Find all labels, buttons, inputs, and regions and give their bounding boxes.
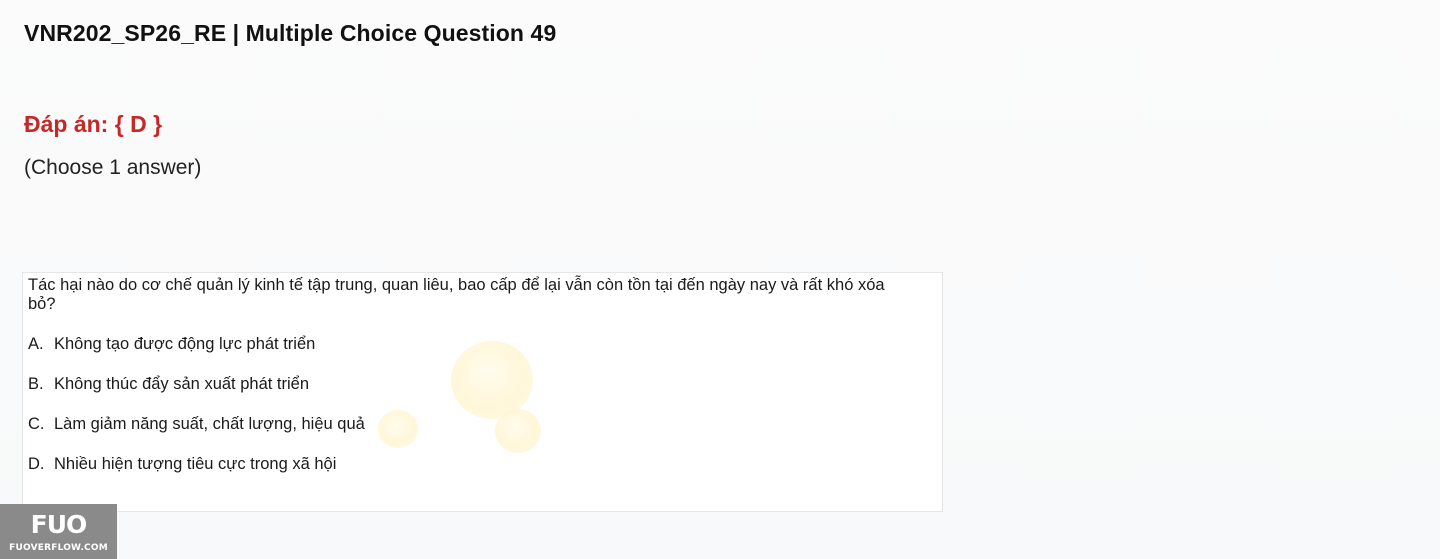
option-letter: A. (28, 335, 44, 353)
option-text: Không thúc đẩy sản xuất phát triển (54, 375, 310, 393)
option-c: C. Làm giảm năng suất, chất lượng, hiệu q… (28, 415, 365, 434)
option-letter: B. (28, 375, 44, 393)
choose-instruction: (Choose 1 answer) (24, 156, 202, 179)
option-text: Nhiều hiện tượng tiêu cực trong xã hội (54, 455, 337, 473)
page-title: VNR202_SP26_RE | Multiple Choice Questio… (24, 20, 557, 46)
option-letter: C. (28, 415, 45, 433)
watermark-stamp (451, 341, 533, 419)
option-letter: D. (28, 455, 45, 473)
watermark-site: FUOVERFLOW.COM (9, 543, 108, 553)
watermark-stamp (378, 410, 418, 448)
fuo-logo: FUO (30, 510, 88, 539)
option-d: D. Nhiều hiện tượng tiêu cực trong xã hội (28, 455, 336, 474)
option-b: B. Không thúc đẩy sản xuất phát triển (28, 375, 309, 394)
option-text: Không tạo được động lực phát triển (54, 335, 316, 353)
question-text: Tác hại nào do cơ chế quản lý kinh tế tậ… (28, 276, 885, 313)
option-a: A. Không tạo được động lực phát triển (28, 335, 315, 354)
fuoverflow-watermark: FUO FUOVERFLOW.COM (0, 504, 117, 559)
option-text: Làm giảm năng suất, chất lượng, hiệu quả (54, 415, 365, 433)
question-image: Tác hại nào do cơ chế quản lý kinh tế tậ… (22, 272, 943, 512)
answer-key: Đáp án: { D } (24, 111, 163, 137)
watermark-stamp (495, 409, 541, 453)
